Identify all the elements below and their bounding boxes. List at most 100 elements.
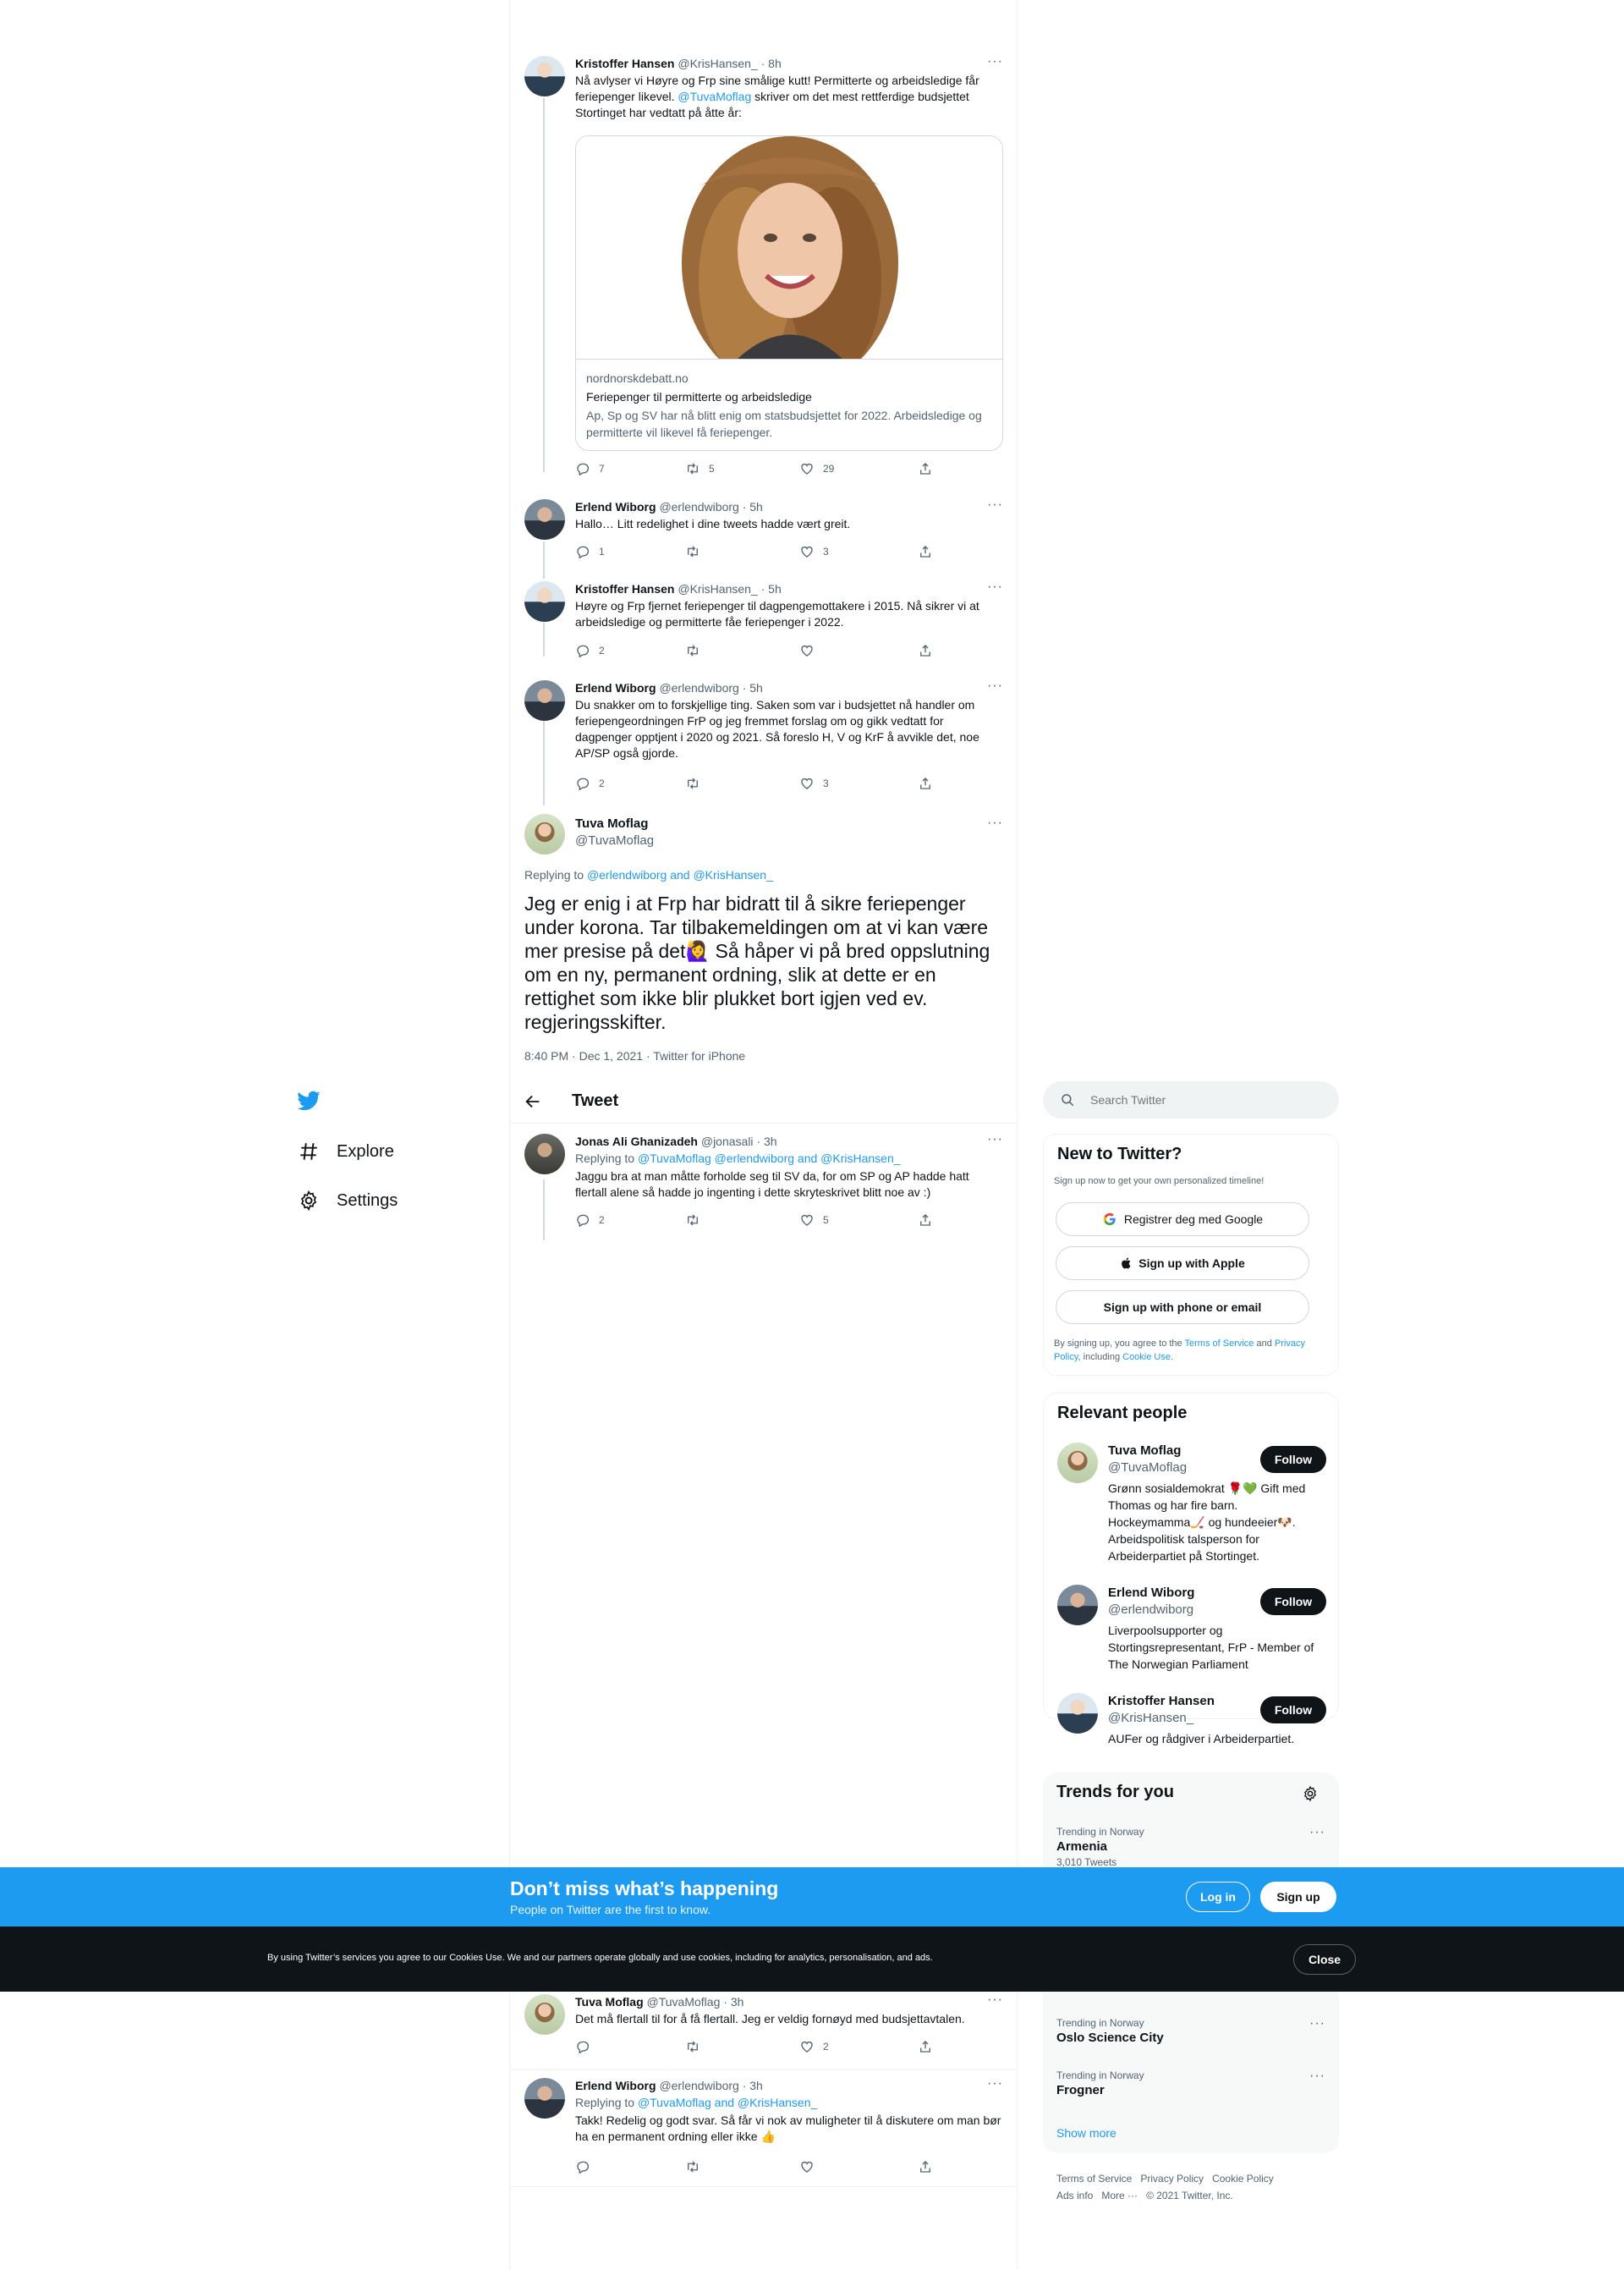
tweet-time[interactable]: · 5h: [743, 681, 763, 695]
author-name[interactable]: Tuva Moflag: [575, 816, 654, 833]
tweet-time[interactable]: · 3h: [743, 2079, 763, 2092]
share-button[interactable]: [918, 461, 941, 476]
reply-button[interactable]: 2: [575, 776, 605, 791]
retweet-button[interactable]: [685, 2039, 709, 2054]
like-button[interactable]: 3: [799, 544, 829, 559]
reply-button[interactable]: [575, 2159, 599, 2174]
reply-button[interactable]: 7: [575, 461, 605, 476]
reply-button[interactable]: 1: [575, 544, 605, 559]
author-handle[interactable]: @erlendwiborg: [659, 500, 738, 514]
trend-item[interactable]: Trending in Norway Frogner ···: [1056, 2069, 1325, 2106]
cookie-use-link[interactable]: Cookie Use: [1122, 1352, 1171, 1362]
more-icon[interactable]: ···: [1309, 1825, 1325, 1840]
tweet-time[interactable]: · 8h: [761, 57, 782, 70]
like-button[interactable]: 3: [799, 776, 829, 791]
avatar[interactable]: [524, 814, 565, 855]
footer-more-link[interactable]: More ···: [1101, 2190, 1138, 2201]
avatar[interactable]: [1057, 1443, 1098, 1483]
mention-link[interactable]: @TuvaMoflag: [678, 90, 751, 103]
author-handle[interactable]: @KrisHansen_: [678, 582, 757, 596]
phone-email-signup-button[interactable]: Sign up with phone or email: [1056, 1290, 1309, 1324]
person-handle[interactable]: @KrisHansen_: [1108, 1710, 1254, 1727]
share-button[interactable]: [918, 1212, 941, 1228]
avatar[interactable]: [524, 56, 565, 96]
cookie-close-button[interactable]: Close: [1293, 1944, 1356, 1975]
more-icon[interactable]: ···: [987, 1993, 1003, 2007]
retweet-button[interactable]: [685, 1212, 709, 1228]
retweet-button[interactable]: 5: [685, 461, 715, 476]
thread-tweet[interactable]: Erlend Wiborg @erlendwiborg · 5h ··· Du …: [524, 679, 1003, 816]
person-card[interactable]: Tuva Moflag @TuvaMoflag Grønn sosialdemokr…: [1057, 1443, 1326, 1569]
google-signup-button[interactable]: Registrer deg med Google: [1056, 1202, 1309, 1236]
avatar[interactable]: [524, 680, 565, 721]
share-button[interactable]: [918, 776, 941, 791]
author-handle[interactable]: @TuvaMoflag: [647, 1995, 721, 2009]
share-button[interactable]: [918, 2039, 941, 2054]
footer-terms-link[interactable]: Terms of Service: [1056, 2173, 1132, 2185]
avatar[interactable]: [524, 581, 565, 622]
search-input[interactable]: [1090, 1091, 1310, 1108]
author-handle[interactable]: @erlendwiborg: [659, 681, 738, 695]
twitter-logo-icon[interactable]: [296, 1088, 321, 1113]
person-name[interactable]: Erlend Wiborg: [1108, 1585, 1254, 1602]
follow-button[interactable]: Follow: [1260, 1696, 1326, 1723]
gear-icon[interactable]: [1302, 1785, 1319, 1802]
author-handle[interactable]: @erlendwiborg: [659, 2079, 738, 2092]
like-button[interactable]: 5: [799, 1212, 829, 1228]
person-card[interactable]: Kristoffer Hansen @KrisHansen_ AUFer og rå…: [1057, 1693, 1326, 1752]
apple-signup-button[interactable]: Sign up with Apple: [1056, 1246, 1309, 1280]
author-name[interactable]: Jonas Ali Ghanizadeh: [575, 1135, 698, 1148]
follow-button[interactable]: Follow: [1260, 1588, 1326, 1615]
more-icon[interactable]: ···: [987, 580, 1003, 594]
avatar[interactable]: [524, 2078, 565, 2119]
avatar[interactable]: [524, 1994, 565, 2035]
author-name[interactable]: Erlend Wiborg: [575, 500, 656, 514]
arrow-left-icon[interactable]: [524, 1092, 542, 1111]
share-button[interactable]: [918, 2159, 941, 2174]
login-button[interactable]: Log in: [1186, 1882, 1250, 1912]
tweet-time[interactable]: · 5h: [761, 582, 782, 596]
trend-item[interactable]: Trending in Norway Oslo Science City ···: [1056, 2016, 1325, 2053]
search-box[interactable]: [1043, 1081, 1339, 1119]
avatar[interactable]: [1057, 1693, 1098, 1734]
retweet-button[interactable]: [685, 643, 709, 658]
follow-button[interactable]: Follow: [1260, 1446, 1326, 1473]
more-icon[interactable]: ···: [1309, 2016, 1325, 2031]
author-handle[interactable]: @TuvaMoflag: [575, 833, 654, 849]
person-handle[interactable]: @TuvaMoflag: [1108, 1459, 1254, 1476]
more-icon[interactable]: ···: [987, 498, 1003, 512]
tweet-time[interactable]: · 3h: [756, 1135, 776, 1148]
author-name[interactable]: Tuva Moflag: [575, 1995, 644, 2009]
share-button[interactable]: [918, 643, 941, 658]
author-name[interactable]: Kristoffer Hansen: [575, 582, 674, 596]
person-handle[interactable]: @erlendwiborg: [1108, 1602, 1254, 1619]
like-button[interactable]: [799, 2159, 823, 2174]
footer-cookie-link[interactable]: Cookie Policy: [1212, 2173, 1274, 2185]
reply-button[interactable]: 2: [575, 1212, 605, 1228]
like-button[interactable]: 29: [799, 461, 834, 476]
person-name[interactable]: Tuva Moflag: [1108, 1443, 1254, 1459]
more-icon[interactable]: ···: [987, 55, 1003, 69]
more-icon[interactable]: ···: [987, 679, 1003, 693]
tweet-time[interactable]: · 3h: [723, 1995, 743, 2009]
nav-explore[interactable]: Explore: [298, 1140, 394, 1162]
replying-to-links[interactable]: @erlendwiborg and @KrisHansen_: [587, 868, 773, 882]
person-name[interactable]: Kristoffer Hansen: [1108, 1693, 1254, 1710]
reply-button[interactable]: 2: [575, 643, 605, 658]
signup-button[interactable]: Sign up: [1260, 1882, 1336, 1912]
more-icon[interactable]: ···: [987, 816, 1003, 830]
more-icon[interactable]: ···: [987, 2077, 1003, 2091]
more-icon[interactable]: ···: [1309, 2069, 1325, 2084]
retweet-button[interactable]: [685, 776, 709, 791]
avatar[interactable]: [524, 499, 565, 540]
share-button[interactable]: [918, 544, 941, 559]
reply-button[interactable]: [575, 2039, 599, 2054]
like-button[interactable]: [799, 643, 823, 658]
retweet-button[interactable]: [685, 2159, 709, 2174]
author-handle[interactable]: @jonasali: [701, 1135, 754, 1148]
tweet-time[interactable]: · 5h: [743, 500, 763, 514]
footer-privacy-link[interactable]: Privacy Policy: [1140, 2173, 1204, 2185]
like-button[interactable]: 2: [799, 2039, 829, 2054]
more-icon[interactable]: ···: [987, 1133, 1003, 1146]
author-handle[interactable]: @KrisHansen_: [678, 57, 757, 70]
